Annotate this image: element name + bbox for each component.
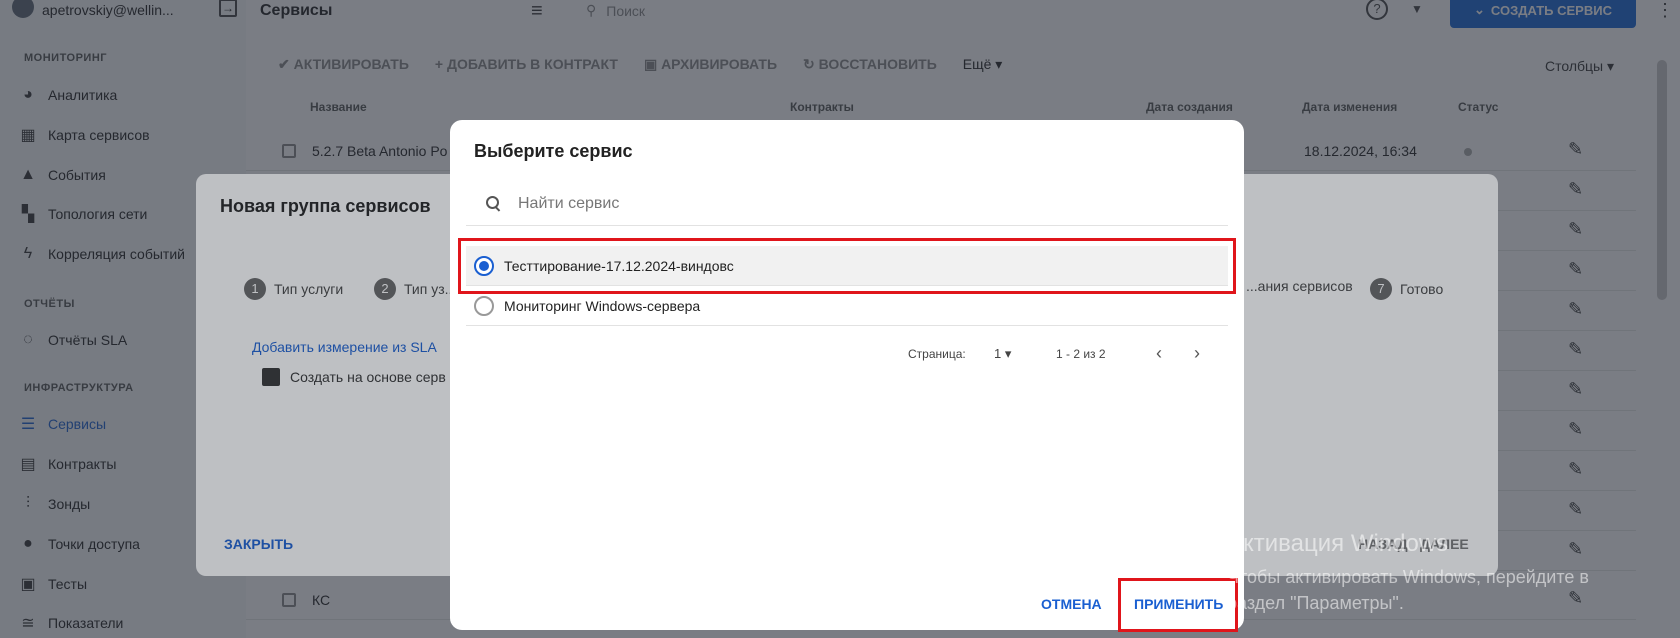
highlight-selected-option bbox=[458, 238, 1236, 294]
select-service-dialog: Выберите сервис Тесттирование-17.12.2024… bbox=[450, 120, 1244, 630]
windows-activation-watermark: Активация Windows Чтобы активировать Win… bbox=[1227, 530, 1589, 613]
dialog-title: Выберите сервис bbox=[474, 141, 633, 161]
page-label: Страница: bbox=[908, 347, 966, 361]
service-search-input[interactable] bbox=[518, 192, 1198, 216]
cancel-button[interactable]: ОТМЕНА bbox=[1041, 596, 1102, 612]
page-range: 1 - 2 из 2 bbox=[1056, 347, 1106, 361]
pagination: Страница: 1 ▾ 1 - 2 из 2 ‹ › bbox=[450, 343, 1244, 364]
chevron-right-icon[interactable]: › bbox=[1194, 343, 1200, 364]
highlight-apply-button bbox=[1118, 578, 1238, 632]
service-search-box bbox=[466, 182, 1228, 226]
page-select[interactable]: 1 ▾ bbox=[994, 346, 1011, 362]
service-option-label: Мониторинг Windows-сервера bbox=[504, 297, 701, 314]
radio-unselected[interactable] bbox=[474, 295, 494, 316]
search-icon bbox=[486, 196, 500, 210]
chevron-left-icon[interactable]: ‹ bbox=[1156, 343, 1162, 364]
